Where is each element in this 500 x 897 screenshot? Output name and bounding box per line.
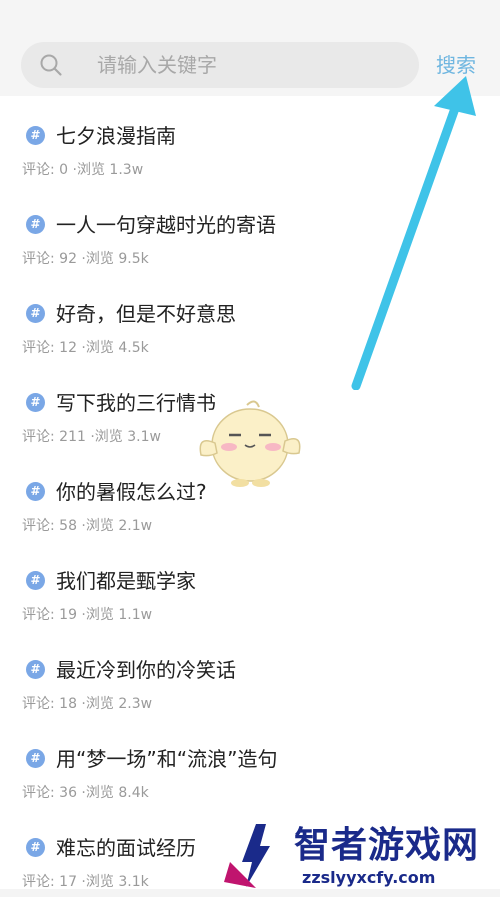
hash-icon: # [26,482,45,501]
hash-icon: # [26,215,45,234]
topic-title: 用“梦一场”和“流浪”造句 [56,747,278,771]
watermark-domain: zzslyyxcfy.com [302,868,436,887]
annotation-arrow [351,76,476,390]
hash-icon: # [26,838,45,857]
search-icon [40,54,62,76]
topic-meta: 评论: 18 ·浏览 2.3w [22,696,153,712]
topic-title: 好奇，但是不好意思 [56,302,236,326]
hash-icon: # [26,571,45,590]
hash-icon: # [26,660,45,679]
topic-meta: 评论: 92 ·浏览 9.5k [22,251,149,267]
topic-meta: 评论: 19 ·浏览 1.1w [22,607,153,623]
topic-title: 一人一句穿越时光的寄语 [56,213,276,237]
site-logo [224,824,270,888]
topic-title: 难忘的面试经历 [56,836,196,860]
topic-meta: 评论: 12 ·浏览 4.5k [22,340,149,356]
list-item[interactable]: # 我们都是甄学家 评论: 19 ·浏览 1.1w [0,541,500,630]
topic-meta: 评论: 58 ·浏览 2.1w [22,518,153,534]
hash-icon: # [26,749,45,768]
mascot-sticker [199,400,301,487]
site-watermark: 智者游戏网 zzslyyxcfy.com [222,822,500,889]
topic-title: 最近冷到你的冷笑话 [56,658,236,682]
topic-meta: 评论: 36 ·浏览 8.4k [22,785,149,801]
list-item[interactable]: # 用“梦一场”和“流浪”造句 评论: 36 ·浏览 8.4k [0,719,500,808]
topic-title: 我们都是甄学家 [56,569,196,593]
topic-title: 七夕浪漫指南 [56,124,176,148]
hash-icon: # [26,126,45,145]
list-item[interactable]: # 最近冷到你的冷笑话 评论: 18 ·浏览 2.3w [0,630,500,719]
topic-meta: 评论: 17 ·浏览 3.1k [22,874,149,890]
topic-meta: 评论: 0 ·浏览 1.3w [22,162,144,178]
search-placeholder: 请输入关键字 [97,53,217,77]
topic-title: 写下我的三行情书 [56,391,216,415]
topic-title: 你的暑假怎么过? [56,480,207,504]
watermark-brand: 智者游戏网 [294,825,480,866]
hash-icon: # [26,304,45,323]
topic-meta: 评论: 211 ·浏览 3.1w [22,429,161,445]
hash-icon: # [26,393,45,412]
